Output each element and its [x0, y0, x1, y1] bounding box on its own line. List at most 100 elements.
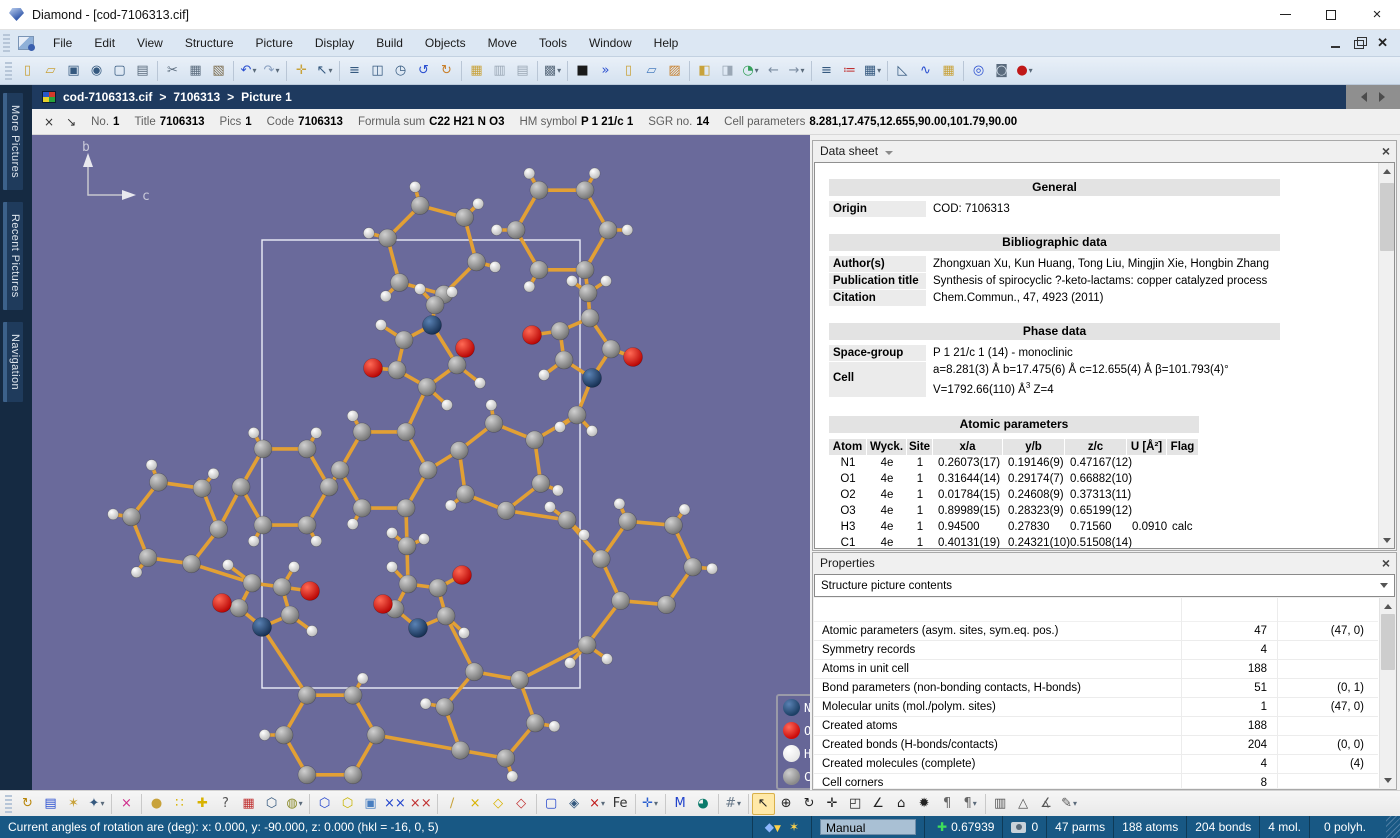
undo-icon[interactable]: ↶▾: [237, 60, 260, 82]
atom-h[interactable]: [419, 534, 430, 545]
net-red-icon[interactable]: ××: [408, 793, 434, 815]
table-view-icon[interactable]: ▦▾: [861, 60, 884, 82]
advance-icon[interactable]: »: [594, 60, 617, 82]
menu-move[interactable]: Move: [477, 30, 528, 56]
select-arrow-icon[interactable]: ↖: [752, 793, 775, 815]
atom-c[interactable]: [210, 520, 228, 538]
drop-structure-icon[interactable]: ◆▼: [765, 820, 781, 834]
collapse-info-icon[interactable]: ↘: [66, 115, 76, 129]
ruler-icon[interactable]: ▥: [989, 793, 1012, 815]
data-sheet-scrollbar[interactable]: [1378, 163, 1394, 548]
angle-measure-icon[interactable]: ∡: [1035, 793, 1058, 815]
atom-c[interactable]: [344, 766, 362, 784]
atom-h[interactable]: [549, 721, 560, 732]
property-row[interactable]: Symmetry records4: [814, 641, 1378, 660]
step2-icon[interactable]: ¶▾: [959, 793, 982, 815]
dropdown-arrow-icon[interactable]: ▾: [755, 66, 759, 75]
atom-h[interactable]: [108, 509, 119, 520]
atom-c[interactable]: [532, 474, 550, 492]
atom-o[interactable]: [624, 348, 643, 367]
angle-x-icon[interactable]: ∠: [867, 793, 890, 815]
atom-c[interactable]: [367, 726, 385, 744]
atom-c[interactable]: [602, 340, 620, 358]
back-icon[interactable]: ←: [762, 60, 785, 82]
hex-ring-blue-icon[interactable]: ⬡: [313, 793, 336, 815]
plane-icon[interactable]: ◈: [563, 793, 586, 815]
history-panel-icon[interactable]: ◷: [389, 60, 412, 82]
property-row[interactable]: Atomic parameters (asym. sites, sym.eq. …: [814, 622, 1378, 641]
sidebar-tab-navigation[interactable]: Navigation: [3, 322, 23, 402]
paste-icon[interactable]: ▧: [207, 60, 230, 82]
atom-h[interactable]: [545, 502, 556, 513]
scroll-up-icon[interactable]: [1380, 598, 1395, 614]
atom-h[interactable]: [565, 658, 576, 669]
cut-icon[interactable]: ✂: [161, 60, 184, 82]
add-atoms-icon[interactable]: ∷: [168, 793, 191, 815]
atom-c[interactable]: [418, 378, 436, 396]
close-button[interactable]: ×: [1354, 0, 1400, 29]
spin-icon[interactable]: ✹: [913, 793, 936, 815]
ring-yellow-icon[interactable]: ◇: [487, 793, 510, 815]
atom-o[interactable]: [213, 594, 232, 613]
tree-view-icon[interactable]: ≡: [343, 60, 366, 82]
atom-h[interactable]: [307, 626, 318, 637]
atom-c[interactable]: [450, 442, 468, 460]
atom-o[interactable]: [456, 339, 475, 358]
atom-c[interactable]: [395, 331, 413, 349]
scroll-thumb[interactable]: [1380, 183, 1394, 251]
nav-prev-icon[interactable]: [1361, 92, 1367, 102]
atom-c[interactable]: [436, 698, 454, 716]
mode-value[interactable]: Manual: [820, 819, 916, 835]
report-list-icon[interactable]: ≡: [815, 60, 838, 82]
atom-h[interactable]: [459, 628, 470, 639]
atom-h[interactable]: [473, 198, 484, 209]
atom-c[interactable]: [684, 558, 702, 576]
atom-c[interactable]: [273, 578, 291, 596]
bond-x-icon[interactable]: ×: [464, 793, 487, 815]
atom-h[interactable]: [524, 281, 535, 292]
dropdown-arrow-icon[interactable]: ▾: [877, 66, 881, 75]
atom-h[interactable]: [311, 427, 322, 438]
distance-table-icon[interactable]: ▦: [937, 60, 960, 82]
atom-c[interactable]: [344, 686, 362, 704]
render-screen-icon[interactable]: ■: [571, 60, 594, 82]
atom-c[interactable]: [568, 406, 586, 424]
net-blue-icon[interactable]: ××: [382, 793, 408, 815]
sidebar-tab-recent-pictures[interactable]: Recent Pictures: [3, 202, 23, 310]
dropdown-arrow-icon[interactable]: ▾: [654, 799, 658, 808]
atom-h[interactable]: [601, 276, 612, 287]
sidebar-tab-more-pictures[interactable]: More Pictures: [3, 93, 23, 190]
atom-c[interactable]: [551, 322, 569, 340]
select-mode-icon[interactable]: ↖▾: [313, 60, 336, 82]
wand-icon[interactable]: ✶: [789, 820, 799, 834]
dropdown-arrow-icon[interactable]: ▾: [1073, 799, 1077, 808]
atom-table-row[interactable]: C14e10.40131(19)0.24321(10)0.51508(14): [829, 535, 1199, 548]
atom-c[interactable]: [526, 714, 544, 732]
atom-c[interactable]: [558, 511, 576, 529]
find-icon[interactable]: ◉: [85, 60, 108, 82]
atom-c[interactable]: [451, 741, 469, 759]
atom-h[interactable]: [146, 460, 157, 471]
pan-mode-icon[interactable]: ✛: [290, 60, 313, 82]
atom-c[interactable]: [456, 485, 474, 503]
atom-c[interactable]: [507, 221, 525, 239]
table-edit-icon[interactable]: ▦: [465, 60, 488, 82]
atom-h[interactable]: [387, 528, 398, 539]
dropdown-arrow-icon[interactable]: ▾: [973, 799, 977, 808]
atom-n[interactable]: [253, 618, 272, 637]
refresh-icon[interactable]: ↻: [435, 60, 458, 82]
atom-c[interactable]: [399, 575, 417, 593]
atom-h[interactable]: [380, 291, 391, 302]
breadcrumb-structure[interactable]: 7106313: [173, 90, 220, 104]
atom-c[interactable]: [419, 461, 437, 479]
atom-c[interactable]: [298, 516, 316, 534]
cell-cube-icon[interactable]: ▢: [540, 793, 563, 815]
bond-create-icon[interactable]: ∕: [441, 793, 464, 815]
atom-c[interactable]: [398, 537, 416, 555]
atom-h[interactable]: [524, 168, 535, 179]
atom-h[interactable]: [387, 562, 398, 573]
atom-c[interactable]: [139, 549, 157, 567]
dropdown-arrow-icon[interactable]: ▾: [328, 66, 332, 75]
property-row[interactable]: Molecular units (mol./polym. sites)1(47,…: [814, 698, 1378, 717]
atom-c[interactable]: [530, 261, 548, 279]
